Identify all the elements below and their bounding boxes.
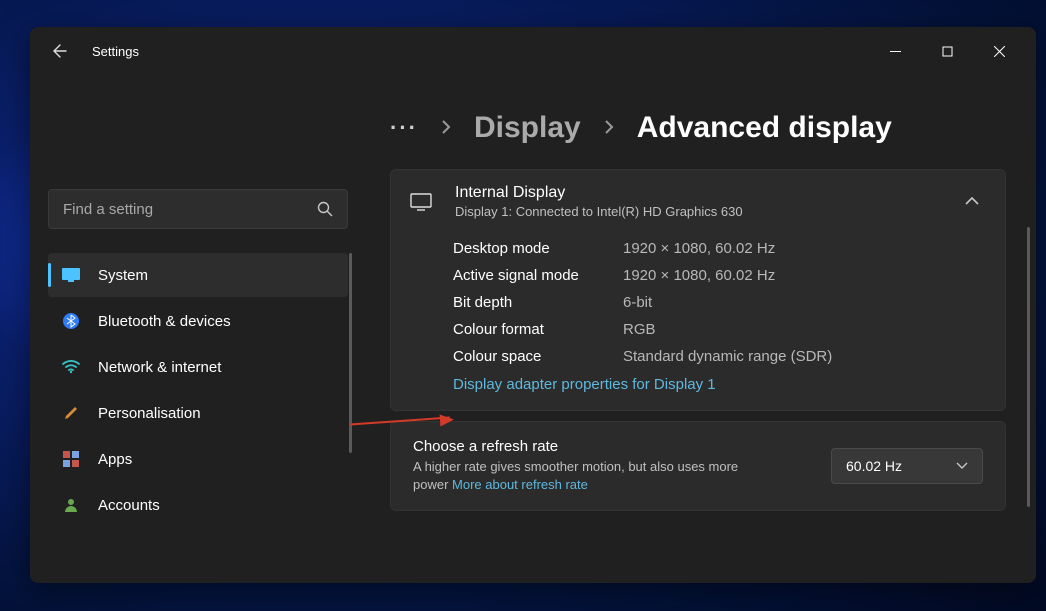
close-button[interactable] <box>976 35 1022 67</box>
info-row: Active signal mode1920 × 1080, 60.02 Hz <box>453 262 987 289</box>
refresh-rate-value: 60.02 Hz <box>846 458 902 474</box>
nav-list: System Bluetooth & devices Network & int… <box>48 253 348 527</box>
display-subtitle: Display 1: Connected to Intel(R) HD Grap… <box>455 204 943 219</box>
monitor-icon <box>62 266 80 284</box>
breadcrumb-more[interactable]: ··· <box>390 115 418 141</box>
sidebar-item-label: Bluetooth & devices <box>98 313 231 330</box>
bluetooth-icon <box>62 312 80 330</box>
chevron-right-icon <box>440 118 452 139</box>
brush-icon <box>62 404 80 422</box>
refresh-rate-card: Choose a refresh rate A higher rate give… <box>390 421 1006 511</box>
chevron-down-icon <box>956 462 968 470</box>
sidebar-item-label: Apps <box>98 451 132 468</box>
sidebar-item-network[interactable]: Network & internet <box>48 345 348 389</box>
info-label: Bit depth <box>453 294 623 311</box>
info-label: Active signal mode <box>453 267 623 284</box>
refresh-rate-description: A higher rate gives smoother motion, but… <box>413 458 743 494</box>
chevron-up-icon <box>965 193 979 211</box>
settings-window: Settings System <box>30 27 1036 583</box>
display-icon <box>409 193 433 211</box>
info-label: Desktop mode <box>453 240 623 257</box>
display-info-card: Internal Display Display 1: Connected to… <box>390 169 1006 411</box>
info-row: Desktop mode1920 × 1080, 60.02 Hz <box>453 235 987 262</box>
wifi-icon <box>62 358 80 376</box>
sidebar-item-personalisation[interactable]: Personalisation <box>48 391 348 435</box>
info-row: Colour formatRGB <box>453 316 987 343</box>
refresh-rate-more-link[interactable]: More about refresh rate <box>452 477 588 492</box>
search-input[interactable] <box>63 201 317 218</box>
sidebar-item-bluetooth[interactable]: Bluetooth & devices <box>48 299 348 343</box>
maximize-icon <box>942 46 953 57</box>
display-info-body: Desktop mode1920 × 1080, 60.02 Hz Active… <box>391 233 1005 410</box>
main-panel: ··· Display Advanced display Internal Di… <box>360 75 1036 583</box>
breadcrumb-display[interactable]: Display <box>474 111 581 145</box>
info-value: 1920 × 1080, 60.02 Hz <box>623 267 775 284</box>
window-title: Settings <box>92 44 139 59</box>
close-icon <box>994 46 1005 57</box>
sidebar-item-accounts[interactable]: Accounts <box>48 483 348 527</box>
info-row: Colour spaceStandard dynamic range (SDR) <box>453 343 987 370</box>
window-controls <box>872 35 1022 67</box>
arrow-left-icon <box>52 43 68 59</box>
minimize-button[interactable] <box>872 35 918 67</box>
breadcrumb-current: Advanced display <box>637 111 892 145</box>
display-title: Internal Display <box>455 184 943 202</box>
refresh-rate-title: Choose a refresh rate <box>413 438 811 455</box>
breadcrumb: ··· Display Advanced display <box>390 111 1006 145</box>
apps-icon <box>62 450 80 468</box>
sidebar-item-label: System <box>98 267 148 284</box>
maximize-button[interactable] <box>924 35 970 67</box>
info-value: 6-bit <box>623 294 652 311</box>
chevron-right-icon <box>603 118 615 139</box>
info-row: Bit depth6-bit <box>453 289 987 316</box>
adapter-properties-link[interactable]: Display adapter properties for Display 1 <box>453 376 716 393</box>
sidebar-item-label: Network & internet <box>98 359 221 376</box>
info-value: Standard dynamic range (SDR) <box>623 348 832 365</box>
sidebar-item-label: Accounts <box>98 497 160 514</box>
info-label: Colour space <box>453 348 623 365</box>
search-box[interactable] <box>48 189 348 229</box>
back-button[interactable] <box>44 35 76 67</box>
sidebar-item-apps[interactable]: Apps <box>48 437 348 481</box>
sidebar-item-system[interactable]: System <box>48 253 348 297</box>
display-card-header[interactable]: Internal Display Display 1: Connected to… <box>391 170 1005 233</box>
info-value: RGB <box>623 321 656 338</box>
main-scrollbar[interactable] <box>1027 227 1030 507</box>
sidebar-scrollbar[interactable] <box>349 253 352 453</box>
search-icon <box>317 201 333 217</box>
content-area: System Bluetooth & devices Network & int… <box>30 75 1036 583</box>
titlebar: Settings <box>30 27 1036 75</box>
info-value: 1920 × 1080, 60.02 Hz <box>623 240 775 257</box>
sidebar: System Bluetooth & devices Network & int… <box>30 75 360 583</box>
minimize-icon <box>890 46 901 57</box>
sidebar-item-label: Personalisation <box>98 405 201 422</box>
person-icon <box>62 496 80 514</box>
info-label: Colour format <box>453 321 623 338</box>
refresh-rate-select[interactable]: 60.02 Hz <box>831 448 983 484</box>
